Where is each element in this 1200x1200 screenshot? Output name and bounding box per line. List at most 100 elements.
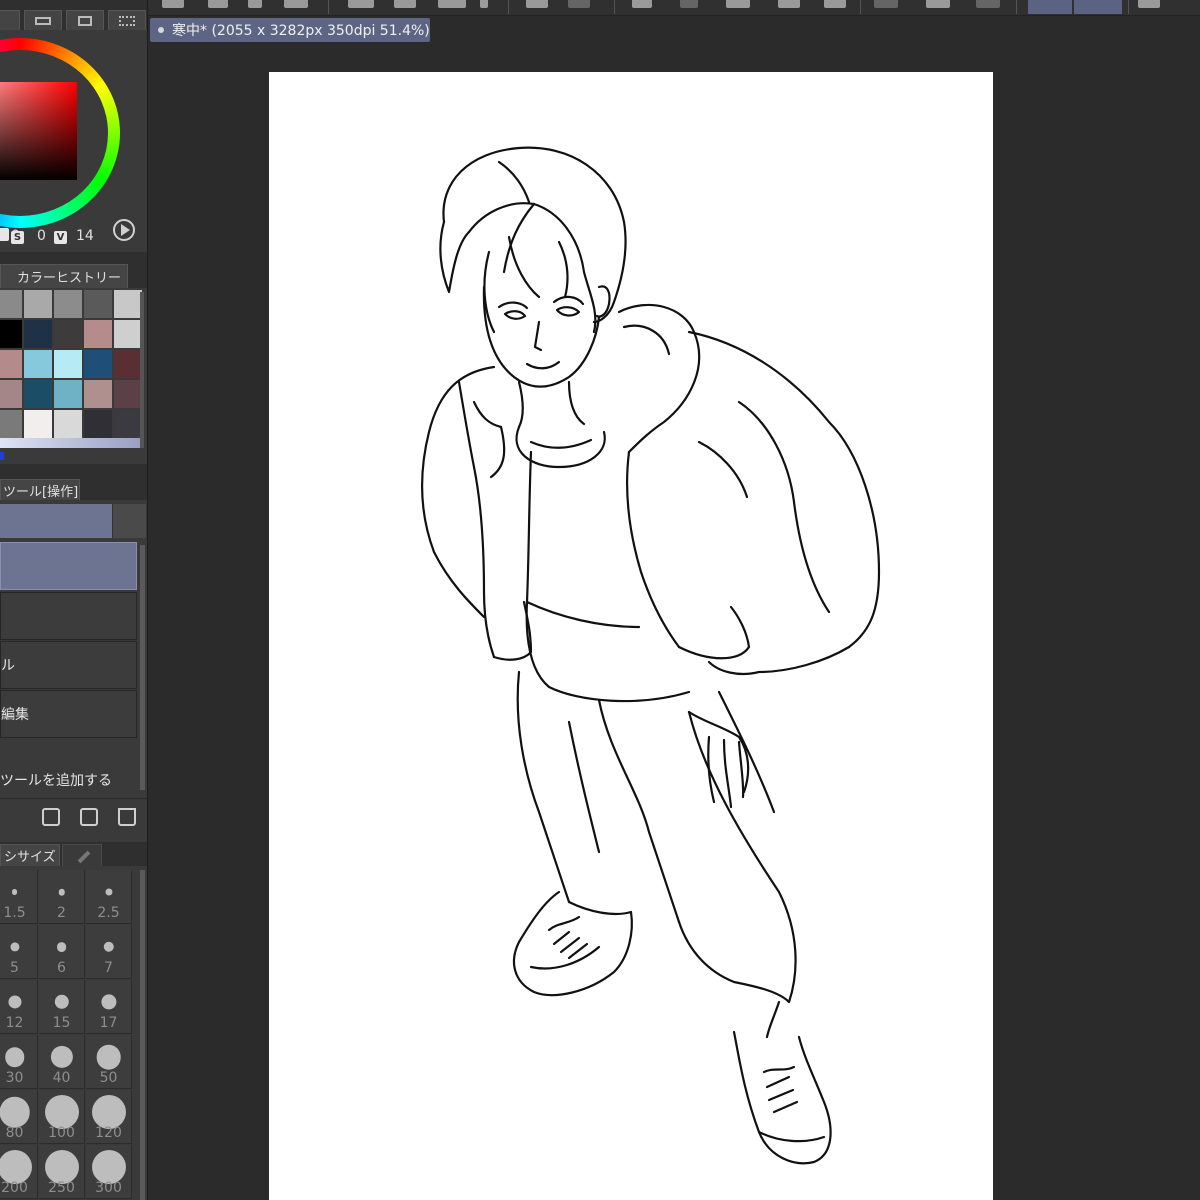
brush-size-cell[interactable]: 6 <box>39 925 85 979</box>
layer-icon[interactable] <box>1138 0 1160 8</box>
color-swatch[interactable] <box>0 320 22 348</box>
download-icon[interactable] <box>42 808 60 826</box>
brush-size-cell[interactable]: 40 <box>39 1035 85 1089</box>
color-swatch[interactable] <box>84 290 112 318</box>
redo-icon[interactable] <box>568 0 590 8</box>
brush-size-label: 250 <box>48 1180 75 1196</box>
undo-icon[interactable] <box>526 0 548 8</box>
color-swatch[interactable] <box>24 290 52 318</box>
color-swatch[interactable] <box>0 290 22 318</box>
canvas-paper[interactable] <box>269 72 993 1200</box>
brush-size-cell[interactable]: 2 <box>39 870 85 924</box>
color-swatch[interactable] <box>24 350 52 378</box>
color-swatch[interactable] <box>114 380 142 408</box>
scale-icon[interactable] <box>824 0 846 8</box>
tab-color-set[interactable] <box>24 10 62 30</box>
brush-size-cell[interactable]: 15 <box>39 980 85 1034</box>
color-swatch[interactable] <box>24 410 52 438</box>
color-swatch[interactable] <box>24 320 52 348</box>
tab-color-wheel[interactable] <box>0 10 20 30</box>
rotate-icon[interactable] <box>778 0 800 8</box>
grid-icon[interactable] <box>976 0 1000 8</box>
color-swatch[interactable] <box>54 290 82 318</box>
clear-icon[interactable] <box>348 0 374 8</box>
tab-approximate-color[interactable] <box>108 10 146 30</box>
paste-icon[interactable] <box>438 0 466 8</box>
lasso-mode-button[interactable] <box>1074 0 1122 14</box>
document-tab[interactable]: 寒中* (2055 x 3282px 350dpi 51.4%) <box>150 18 430 42</box>
snap-icon[interactable] <box>874 0 898 8</box>
export-icon[interactable] <box>284 0 308 8</box>
color-swatch[interactable] <box>0 410 22 438</box>
color-swatch[interactable] <box>0 350 22 378</box>
brush-size-cell[interactable]: 80 <box>0 1090 38 1144</box>
saturation-value-square[interactable] <box>0 82 77 180</box>
color-swatch[interactable] <box>114 290 142 318</box>
brush-size-cell[interactable]: 50 <box>86 1035 132 1089</box>
color-swatch[interactable] <box>54 320 82 348</box>
duplicate-icon[interactable] <box>80 808 98 826</box>
brush-size-cell[interactable]: 200 <box>0 1145 38 1199</box>
color-history-scrollbar[interactable] <box>140 292 144 448</box>
light-icon[interactable] <box>632 0 652 8</box>
color-swatch[interactable] <box>84 380 112 408</box>
add-sub-tool-link[interactable]: ツールを追加する <box>0 770 112 790</box>
brush-size-cell[interactable]: 17 <box>86 980 132 1034</box>
tab-color-history[interactable]: カラーヒストリー <box>0 264 128 288</box>
sub-tool-item[interactable]: 編集 <box>0 690 137 738</box>
sub-tool-group-menu[interactable] <box>112 504 146 538</box>
brush-size-cell[interactable]: 250 <box>39 1145 85 1199</box>
color-swatch[interactable] <box>84 350 112 378</box>
tab-brush-size[interactable]: シサイズ <box>0 844 60 866</box>
brush-size-scrollbar[interactable] <box>140 870 145 1200</box>
color-swatch[interactable] <box>24 380 52 408</box>
transform-icon[interactable] <box>726 0 750 8</box>
color-swatch[interactable] <box>114 320 142 348</box>
new-icon[interactable] <box>162 0 184 8</box>
divider <box>508 0 509 14</box>
tab-sub-tool[interactable]: ツール[操作] <box>0 479 80 500</box>
chevron-down-icon[interactable] <box>480 0 488 8</box>
brush-size-cell[interactable]: 2.5 <box>86 870 132 924</box>
selection-mode-button[interactable] <box>1028 0 1072 14</box>
s-value: 0 <box>37 228 46 244</box>
brush-size-preview <box>96 1044 121 1070</box>
brush-size-cell[interactable]: 100 <box>39 1090 85 1144</box>
color-swatch[interactable] <box>114 350 142 378</box>
brush-size-cell[interactable]: 300 <box>86 1145 132 1199</box>
brush-size-label: 200 <box>1 1180 28 1196</box>
document-title: 寒中* (2055 x 3282px 350dpi 51.4%) <box>172 23 430 39</box>
sub-tool-group-selected[interactable] <box>0 504 112 538</box>
canvas-workspace[interactable] <box>148 44 1200 1200</box>
color-swatch[interactable] <box>54 410 82 438</box>
color-swatch[interactable] <box>54 350 82 378</box>
color-swatch[interactable] <box>0 380 22 408</box>
color-swatch[interactable] <box>84 320 112 348</box>
brush-size-preview <box>54 994 69 1010</box>
sub-tool-item[interactable]: ル <box>0 641 137 689</box>
color-swatch[interactable] <box>114 410 142 438</box>
color-swatch[interactable] <box>54 380 82 408</box>
brush-size-cell[interactable]: 1.5 <box>0 870 38 924</box>
play-icon[interactable] <box>113 219 135 241</box>
tab-intermediate-color[interactable] <box>66 10 104 30</box>
sub-tool-item[interactable] <box>0 592 137 640</box>
brush-size-cell[interactable]: 7 <box>86 925 132 979</box>
brush-size-cell[interactable]: 30 <box>0 1035 38 1089</box>
save-icon[interactable] <box>248 0 262 8</box>
brush-size-cell[interactable]: 12 <box>0 980 38 1034</box>
brush-size-cell[interactable]: 120 <box>86 1090 132 1144</box>
sub-tool-scrollbar[interactable] <box>140 545 145 790</box>
brush-size-label: 5 <box>10 960 19 976</box>
filter-icon[interactable] <box>680 0 698 8</box>
color-swatch[interactable] <box>84 410 112 438</box>
ruler-icon[interactable] <box>926 0 950 8</box>
color-set-icon <box>35 16 51 25</box>
sub-tool-item[interactable] <box>0 542 137 590</box>
open-icon[interactable] <box>208 0 228 8</box>
tab-brush-settings[interactable] <box>62 844 102 866</box>
trash-icon[interactable] <box>118 808 136 826</box>
brush-size-cell[interactable]: 5 <box>0 925 38 979</box>
fill-icon[interactable] <box>394 0 416 8</box>
brush-size-label: 17 <box>99 1015 118 1031</box>
